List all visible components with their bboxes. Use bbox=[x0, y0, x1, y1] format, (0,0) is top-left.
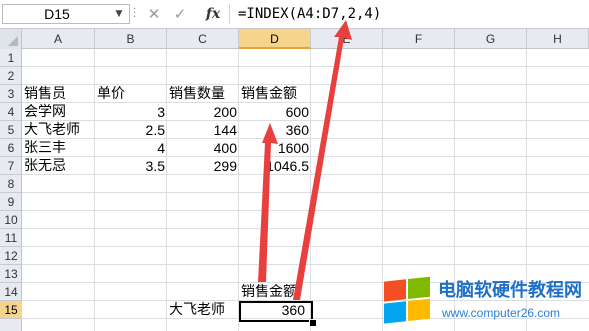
column-header-bar: A B C D E F G H bbox=[0, 29, 589, 49]
watermark-title: 电脑软硬件教程网 bbox=[438, 280, 582, 301]
cell-c7[interactable]: 299 bbox=[167, 157, 239, 175]
row-header-13[interactable]: 13 bbox=[0, 265, 22, 283]
row-header-11[interactable]: 11 bbox=[0, 229, 22, 247]
cell-c15[interactable]: 大飞老师 bbox=[167, 301, 239, 319]
chevron-down-icon[interactable]: ▼ bbox=[111, 5, 127, 23]
cancel-icon[interactable]: ✕ bbox=[144, 4, 164, 24]
cell-c3[interactable]: 销售数量 bbox=[167, 85, 239, 103]
logo-blue-pane bbox=[384, 301, 406, 324]
name-box-value: D15 bbox=[44, 6, 70, 22]
row-header-4[interactable]: 4 bbox=[0, 103, 22, 121]
cell-d3[interactable]: 销售金额 bbox=[239, 85, 311, 103]
row-header-14[interactable]: 14 bbox=[0, 283, 22, 301]
column-header-d[interactable]: D bbox=[239, 29, 311, 49]
row-header-10[interactable]: 10 bbox=[0, 211, 22, 229]
column-header-a[interactable]: A bbox=[22, 29, 95, 49]
watermark: 电脑软硬件教程网 www.computer26.com bbox=[378, 272, 589, 328]
insert-function-button[interactable]: fx bbox=[202, 4, 224, 24]
column-header-g[interactable]: G bbox=[455, 29, 527, 49]
cell-a3[interactable]: 销售员 bbox=[22, 85, 95, 103]
row-header-2[interactable]: 2 bbox=[0, 67, 22, 85]
row-header-bar: 1 2 3 4 5 6 7 8 9 10 11 12 13 14 15 bbox=[0, 49, 22, 331]
cell-a7[interactable]: 张无忌 bbox=[22, 157, 95, 175]
enter-icon[interactable]: ✓ bbox=[170, 4, 190, 24]
watermark-url: www.computer26.com bbox=[442, 306, 561, 320]
logo-red-pane bbox=[384, 279, 406, 302]
cell-b4[interactable]: 3 bbox=[95, 103, 167, 121]
cell-a5[interactable]: 大飞老师 bbox=[22, 121, 95, 139]
row-header-7[interactable]: 7 bbox=[0, 157, 22, 175]
formula-bar: D15 ▼ · · · ✕ ✓ fx =INDEX(A4:D7,2,4) bbox=[0, 0, 589, 29]
logo-green-pane bbox=[408, 276, 430, 300]
row-header-12[interactable]: 12 bbox=[0, 247, 22, 265]
formula-input[interactable]: =INDEX(A4:D7,2,4) bbox=[229, 4, 587, 24]
cell-b5[interactable]: 2.5 bbox=[95, 121, 167, 139]
select-all-button[interactable] bbox=[0, 29, 22, 49]
drag-handle-icon[interactable]: · · · bbox=[133, 5, 139, 23]
cell-c6[interactable]: 400 bbox=[167, 139, 239, 157]
row-header-3[interactable]: 3 bbox=[0, 85, 22, 103]
row-header-15[interactable]: 15 bbox=[0, 301, 22, 319]
cell-d15[interactable]: 360 bbox=[239, 301, 311, 319]
logo-yellow-pane bbox=[408, 298, 430, 322]
cell-d14[interactable]: 销售金额 bbox=[239, 283, 311, 301]
row-header-6[interactable]: 6 bbox=[0, 139, 22, 157]
column-header-h[interactable]: H bbox=[527, 29, 589, 49]
cell-b6[interactable]: 4 bbox=[95, 139, 167, 157]
windows-logo-icon bbox=[384, 276, 430, 324]
cell-b3[interactable]: 单价 bbox=[95, 85, 167, 103]
cell-d6[interactable]: 1600 bbox=[239, 139, 311, 157]
column-header-e[interactable]: E bbox=[311, 29, 383, 49]
cell-a4[interactable]: 会学网 bbox=[22, 103, 95, 121]
cell-b7[interactable]: 3.5 bbox=[95, 157, 167, 175]
column-header-f[interactable]: F bbox=[383, 29, 455, 49]
cell-c5[interactable]: 144 bbox=[167, 121, 239, 139]
column-header-b[interactable]: B bbox=[95, 29, 167, 49]
row-header-9[interactable]: 9 bbox=[0, 193, 22, 211]
fill-handle[interactable] bbox=[309, 319, 317, 327]
cell-d4[interactable]: 600 bbox=[239, 103, 311, 121]
column-header-c[interactable]: C bbox=[167, 29, 239, 49]
row-header-1[interactable]: 1 bbox=[0, 49, 22, 67]
formula-buttons: ✕ ✓ fx bbox=[140, 4, 226, 24]
row-header-5[interactable]: 5 bbox=[0, 121, 22, 139]
row-header-8[interactable]: 8 bbox=[0, 175, 22, 193]
cell-c4[interactable]: 200 bbox=[167, 103, 239, 121]
cell-d5[interactable]: 360 bbox=[239, 121, 311, 139]
name-box[interactable]: D15 ▼ bbox=[2, 4, 130, 24]
cell-d7[interactable]: 1046.5 bbox=[239, 157, 311, 175]
cell-a6[interactable]: 张三丰 bbox=[22, 139, 95, 157]
